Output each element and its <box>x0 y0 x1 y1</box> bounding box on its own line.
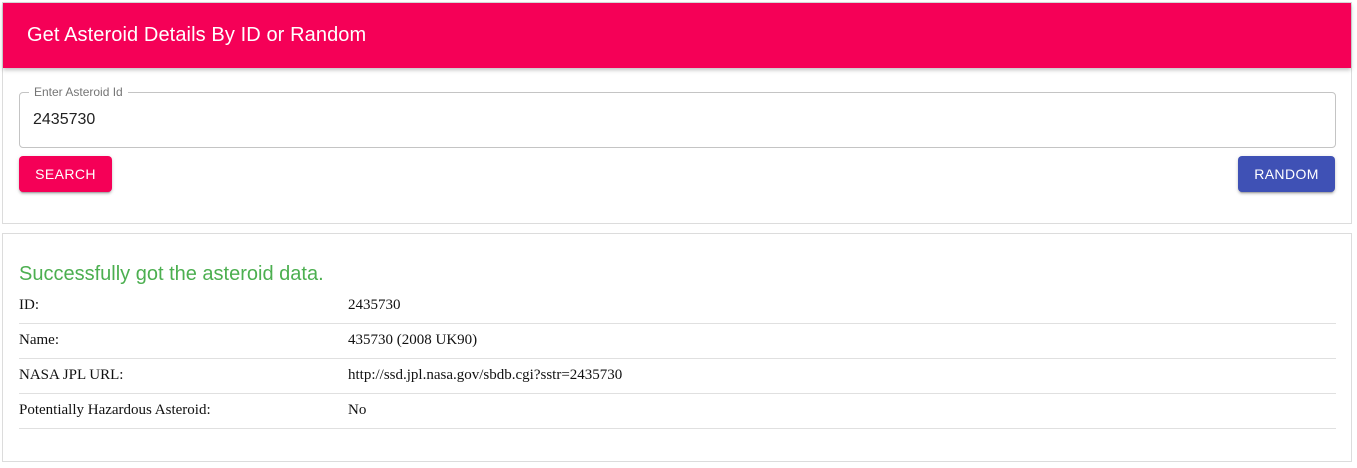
table-row: Name: 435730 (2008 UK90) <box>19 323 1336 359</box>
row-value-id: 2435730 <box>348 288 1336 324</box>
random-button[interactable]: RANDOM <box>1238 156 1335 192</box>
table-row: Potentially Hazardous Asteroid: No <box>19 393 1336 429</box>
app-header: Get Asteroid Details By ID or Random <box>3 3 1351 68</box>
result-card: Successfully got the asteroid data. ID: … <box>2 233 1352 462</box>
asteroid-id-input[interactable] <box>20 93 1335 147</box>
table-row: NASA JPL URL: http://ssd.jpl.nasa.gov/sb… <box>19 358 1336 394</box>
success-message: Successfully got the asteroid data. <box>19 263 324 285</box>
search-card: Get Asteroid Details By ID or Random Ent… <box>2 2 1352 224</box>
table-row: ID: 2435730 <box>19 288 1336 324</box>
row-value-hazardous: No <box>348 393 1336 429</box>
row-value-url: http://ssd.jpl.nasa.gov/sbdb.cgi?sstr=24… <box>348 358 1336 394</box>
row-label-hazardous: Potentially Hazardous Asteroid: <box>19 393 348 429</box>
search-button[interactable]: SEARCH <box>19 156 112 192</box>
row-label-id: ID: <box>19 288 348 324</box>
page-title: Get Asteroid Details By ID or Random <box>27 24 367 46</box>
row-label-url: NASA JPL URL: <box>19 358 348 394</box>
asteroid-id-field[interactable]: Enter Asteroid Id <box>19 85 1336 148</box>
asteroid-details-table: ID: 2435730 Name: 435730 (2008 UK90) NAS… <box>19 288 1336 429</box>
row-label-name: Name: <box>19 323 348 359</box>
row-value-name: 435730 (2008 UK90) <box>348 323 1336 359</box>
